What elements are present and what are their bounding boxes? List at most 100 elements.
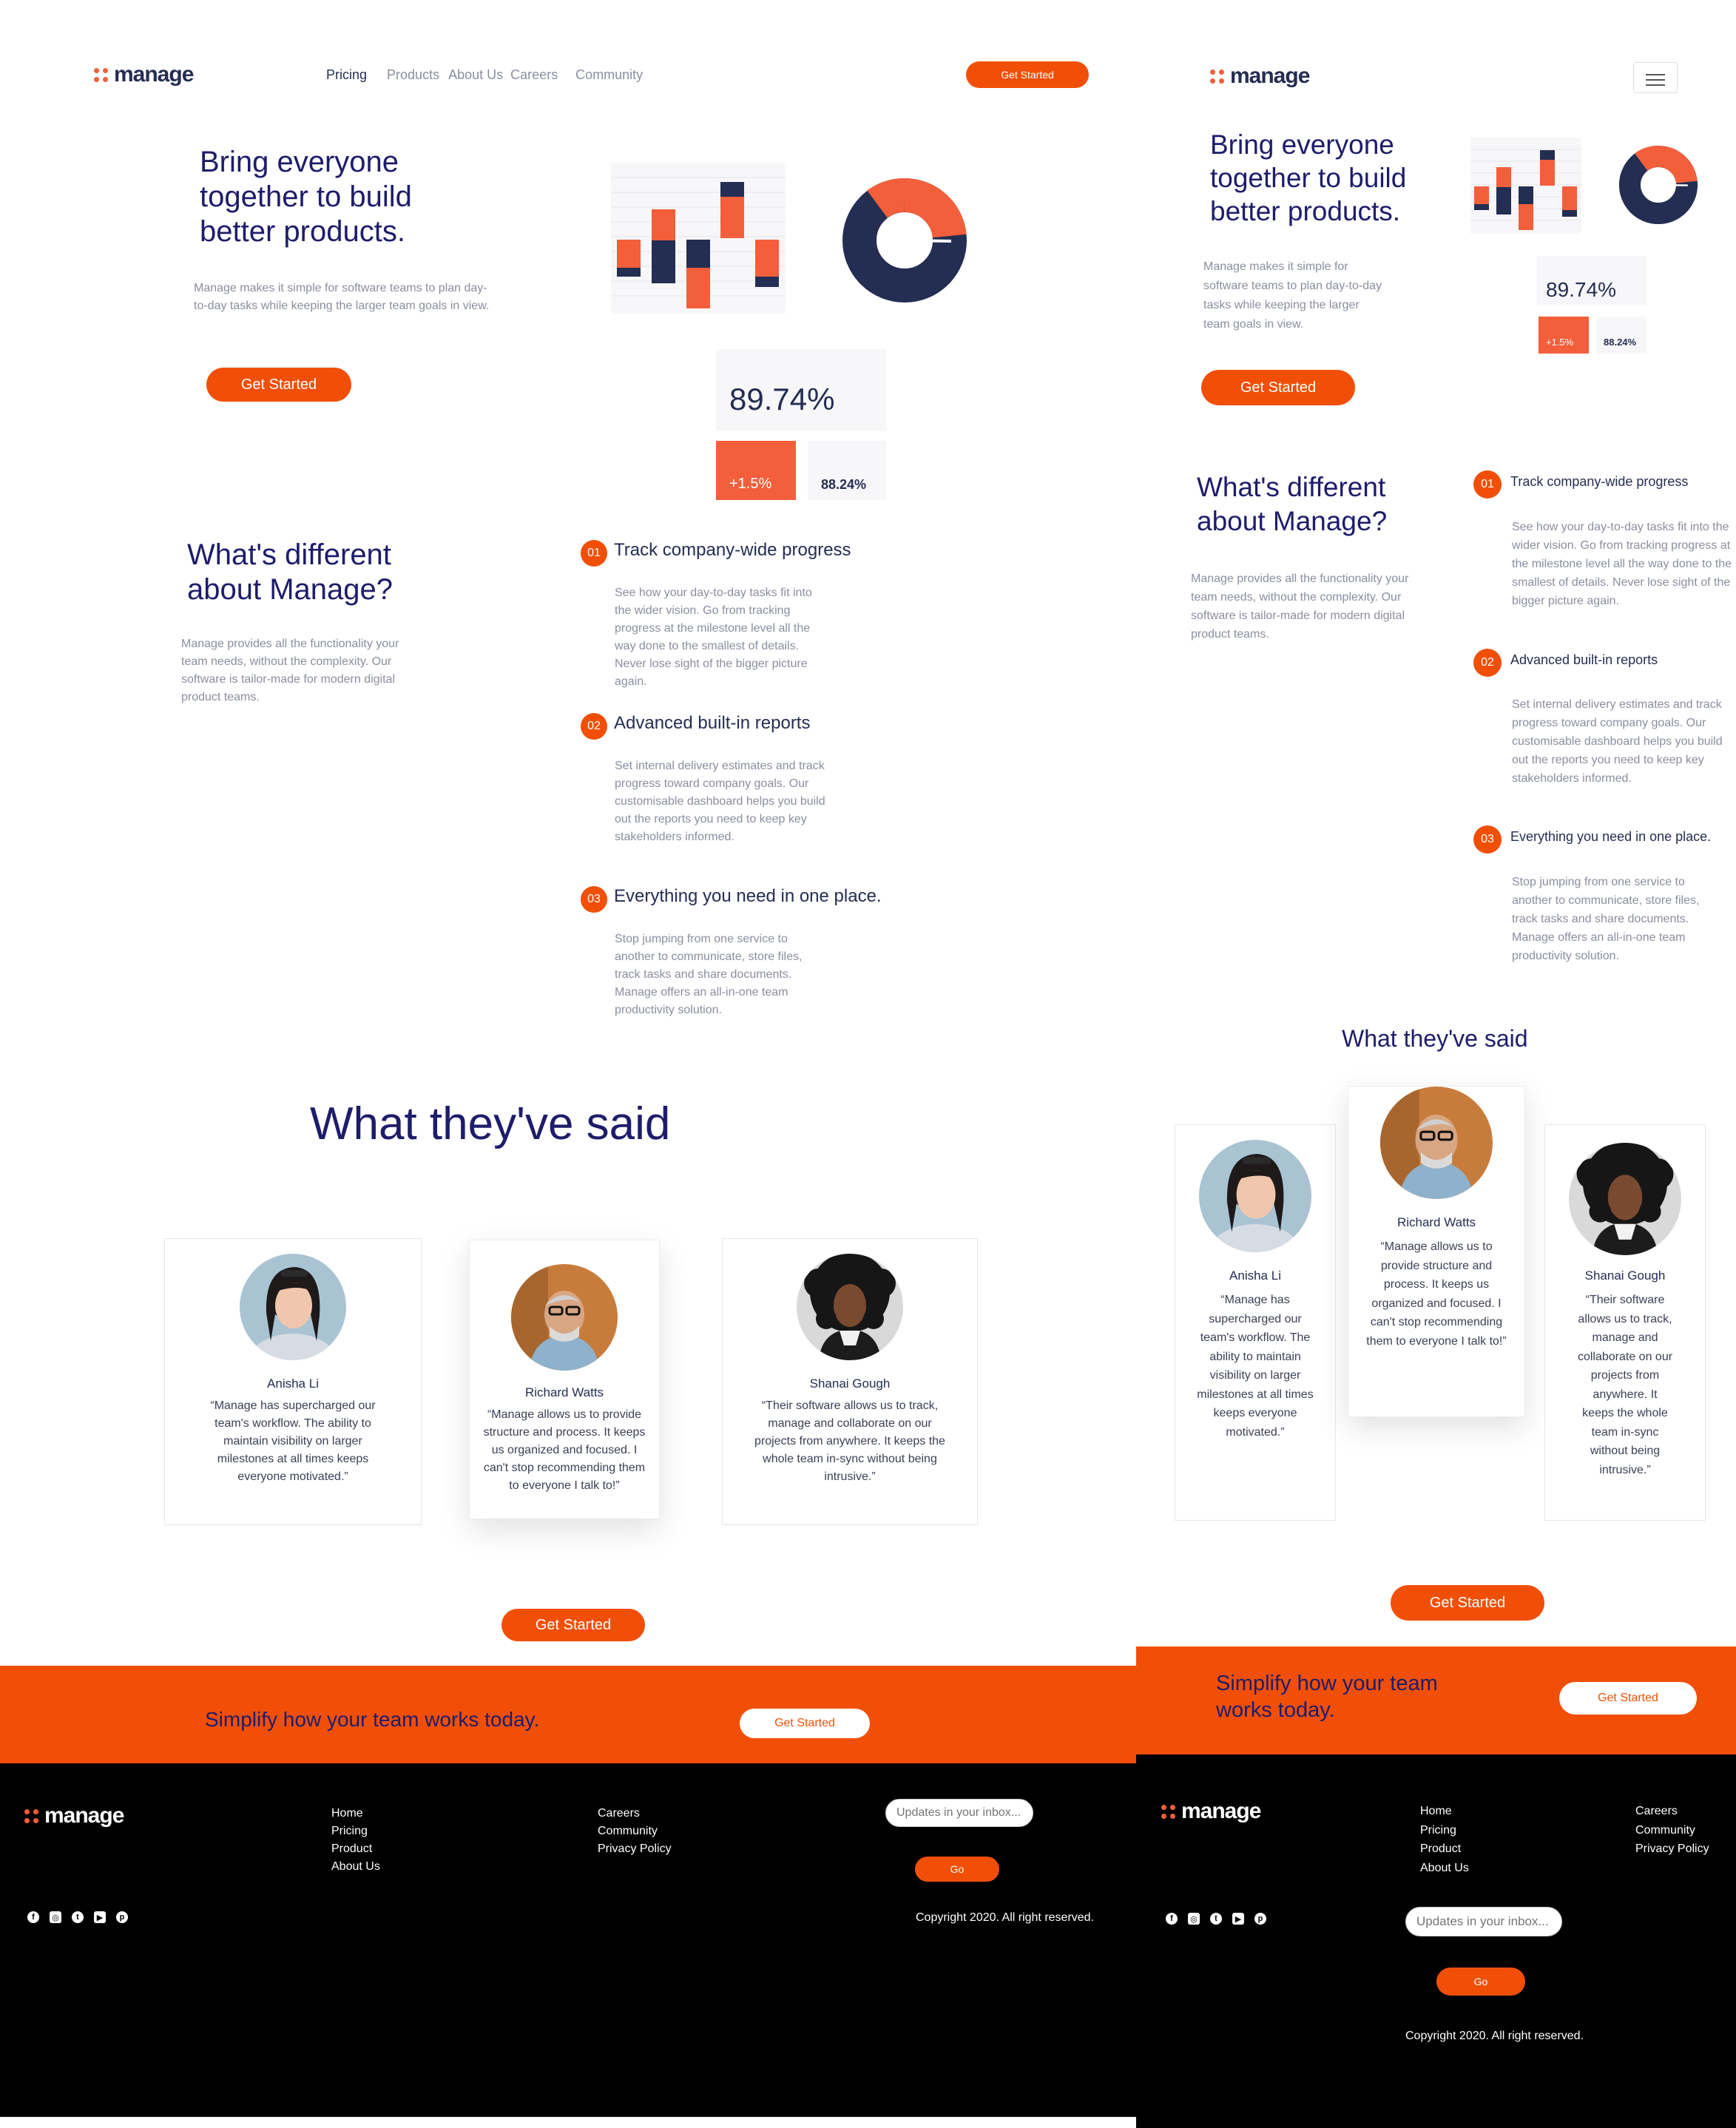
mobile-testimonials-title: What they've said — [1342, 1025, 1528, 1052]
mobile-donut-chart — [1614, 141, 1703, 229]
stat-change-badge: +1.5% — [716, 441, 796, 500]
footer-link-product[interactable]: Product — [331, 1840, 380, 1858]
footer-link-community[interactable]: Community — [598, 1823, 672, 1840]
testimonial-name: Richard Watts — [1396, 1215, 1476, 1229]
mobile-newsletter-input[interactable] — [1405, 1907, 1562, 1936]
mobile-hero-get-started-button[interactable]: Get Started — [1201, 370, 1355, 405]
stat-card: 89.74% — [716, 349, 886, 430]
twitter-icon[interactable]: t — [1210, 1913, 1222, 1925]
footer-link-home[interactable]: Home — [331, 1805, 380, 1823]
testimonial-name: Anisha Li — [1229, 1269, 1281, 1283]
logo-mark-icon — [1210, 69, 1224, 84]
nav-careers[interactable]: Careers — [510, 67, 558, 83]
header-get-started-button[interactable]: Get Started — [966, 61, 1089, 88]
mobile-feature-number-02: 02 — [1473, 649, 1502, 677]
mobile-feature-body-03: Stop jumping from one service to another… — [1512, 876, 1700, 962]
mobile-testimonials-get-started-button[interactable]: Get Started — [1391, 1585, 1544, 1621]
nav-pricing[interactable]: Pricing — [326, 67, 367, 83]
instagram-icon[interactable]: ◎ — [50, 1911, 61, 1923]
footer-link-about-us[interactable]: About Us — [1420, 1859, 1469, 1878]
feature-title-01: Track company-wide progress — [614, 540, 851, 560]
testimonial-quote: “Their software allows us to track, mana… — [1577, 1294, 1673, 1476]
testimonial-card-richard: Richard Watts “Manage allows us to provi… — [469, 1240, 660, 1519]
mobile-hero-title: Bring everyone together to build better … — [1210, 129, 1407, 226]
mobile-different-description: Manage provides all the functionality yo… — [1191, 572, 1409, 641]
avatar-shanai — [1569, 1143, 1681, 1255]
footer-logo[interactable]: manage — [24, 1803, 124, 1828]
logo-mark-icon — [94, 67, 108, 82]
feature-number-02: 02 — [581, 713, 607, 740]
mobile-feature-body-02: Set internal delivery estimates and trac… — [1512, 698, 1723, 785]
mobile-social-links: f ◎ t ▶ p — [1166, 1913, 1266, 1925]
testimonial-card-anisha: Anisha Li “Manage has supercharged our t… — [164, 1238, 422, 1525]
newsletter-input[interactable] — [885, 1799, 1033, 1827]
mobile-stat-change-badge: +1.5% — [1539, 317, 1589, 354]
footer-link-pricing[interactable]: Pricing — [1420, 1821, 1469, 1840]
footer-links-col1: Home Pricing Product About Us — [331, 1805, 380, 1876]
testimonial-quote: “Manage allows us to provide structure a… — [1366, 1240, 1507, 1348]
footer-link-privacy[interactable]: Privacy Policy — [1635, 1840, 1709, 1859]
feature-body-01: See how your day-to-day tasks fit into t… — [615, 587, 812, 688]
twitter-icon[interactable]: t — [72, 1911, 84, 1923]
testimonial-quote: “Manage allows us to provide structure a… — [483, 1408, 646, 1492]
nav-products[interactable]: Products — [387, 67, 439, 83]
mobile-feature-number-01: 01 — [1473, 470, 1502, 499]
different-title: What's different about Manage? — [187, 538, 394, 606]
mobile-bar-chart — [1470, 138, 1581, 234]
instagram-icon[interactable]: ◎ — [1188, 1913, 1200, 1925]
footer-link-product[interactable]: Product — [1420, 1840, 1469, 1859]
footer-link-privacy[interactable]: Privacy Policy — [598, 1840, 672, 1858]
mobile-footer-logo[interactable]: manage — [1161, 1799, 1261, 1824]
bar-chart-graphic — [611, 177, 786, 308]
footer-link-home[interactable]: Home — [1420, 1802, 1469, 1821]
footer-link-pricing[interactable]: Pricing — [331, 1823, 380, 1840]
mobile-feature-title-03: Everything you need in one place. — [1510, 829, 1712, 844]
facebook-icon[interactable]: f — [1166, 1913, 1178, 1925]
newsletter-go-button[interactable]: Go — [915, 1857, 999, 1882]
donut-graphic — [842, 178, 967, 303]
testimonial-name: Shanai Gough — [1584, 1269, 1666, 1283]
pinterest-icon[interactable]: p — [1254, 1913, 1266, 1925]
hero-get-started-button[interactable]: Get Started — [206, 368, 351, 402]
mobile-logo[interactable]: manage — [1210, 64, 1310, 89]
hero-description: Manage makes it simple for software team… — [194, 282, 490, 312]
hamburger-icon — [1646, 74, 1665, 75]
youtube-icon[interactable]: ▶ — [1232, 1913, 1244, 1925]
feature-number-03: 03 — [581, 886, 607, 913]
avatar-richard — [1380, 1087, 1493, 1199]
mobile-copyright: Copyright 2020. All right reserved. — [1405, 2030, 1584, 2042]
testimonial-quote: “Manage has supercharged our team's work… — [1197, 1294, 1314, 1439]
footer-link-community[interactable]: Community — [1635, 1821, 1709, 1840]
footer-link-careers[interactable]: Careers — [1635, 1802, 1709, 1821]
menu-toggle-button[interactable] — [1633, 62, 1678, 93]
feature-title-02: Advanced built-in reports — [614, 713, 811, 733]
copyright: Copyright 2020. All right reserved. — [916, 1911, 1095, 1924]
pinterest-icon[interactable]: p — [116, 1911, 128, 1923]
mobile-banner-get-started-button[interactable]: Get Started — [1559, 1682, 1697, 1715]
testimonials-get-started-button[interactable]: Get Started — [501, 1609, 645, 1641]
mobile-testimonial-card-richard: Richard Watts “Manage allows us to provi… — [1348, 1086, 1525, 1417]
mobile-newsletter-go-button[interactable]: Go — [1436, 1967, 1525, 1996]
footer-link-careers[interactable]: Careers — [598, 1805, 672, 1823]
mobile-feature-title-01: Track company-wide progress — [1510, 474, 1689, 489]
testimonial-name: Anisha Li — [267, 1377, 319, 1391]
nav-community[interactable]: Community — [575, 67, 643, 83]
mobile-feature-body-01: See how your day-to-day tasks fit into t… — [1512, 521, 1732, 607]
hero-title: Bring everyone together to build better … — [200, 146, 412, 248]
stat-secondary-value: 88.24% — [808, 441, 886, 500]
mobile-different-title: What's different about Manage? — [1197, 472, 1388, 536]
mobile-hero-description: Manage makes it simple for software team… — [1203, 260, 1382, 331]
facebook-icon[interactable]: f — [27, 1911, 39, 1923]
stat-main-value: 89.74% — [729, 382, 835, 416]
logo[interactable]: manage — [94, 62, 194, 87]
mobile-cta-banner: Simplify how your team works today. Get … — [1136, 1646, 1736, 1754]
social-links: f ◎ t ▶ p — [27, 1911, 128, 1923]
nav-about-us[interactable]: About Us — [448, 67, 503, 83]
mobile-feature-number-03: 03 — [1473, 825, 1502, 854]
youtube-icon[interactable]: ▶ — [94, 1911, 106, 1923]
logo-text: manage — [114, 62, 194, 87]
testimonial-quote: “Their software allows us to track, mana… — [754, 1399, 945, 1483]
mobile-testimonial-card-anisha: Anisha Li “Manage has supercharged our t… — [1175, 1124, 1336, 1521]
banner-get-started-button[interactable]: Get Started — [740, 1709, 870, 1738]
footer-link-about-us[interactable]: About Us — [331, 1858, 380, 1876]
